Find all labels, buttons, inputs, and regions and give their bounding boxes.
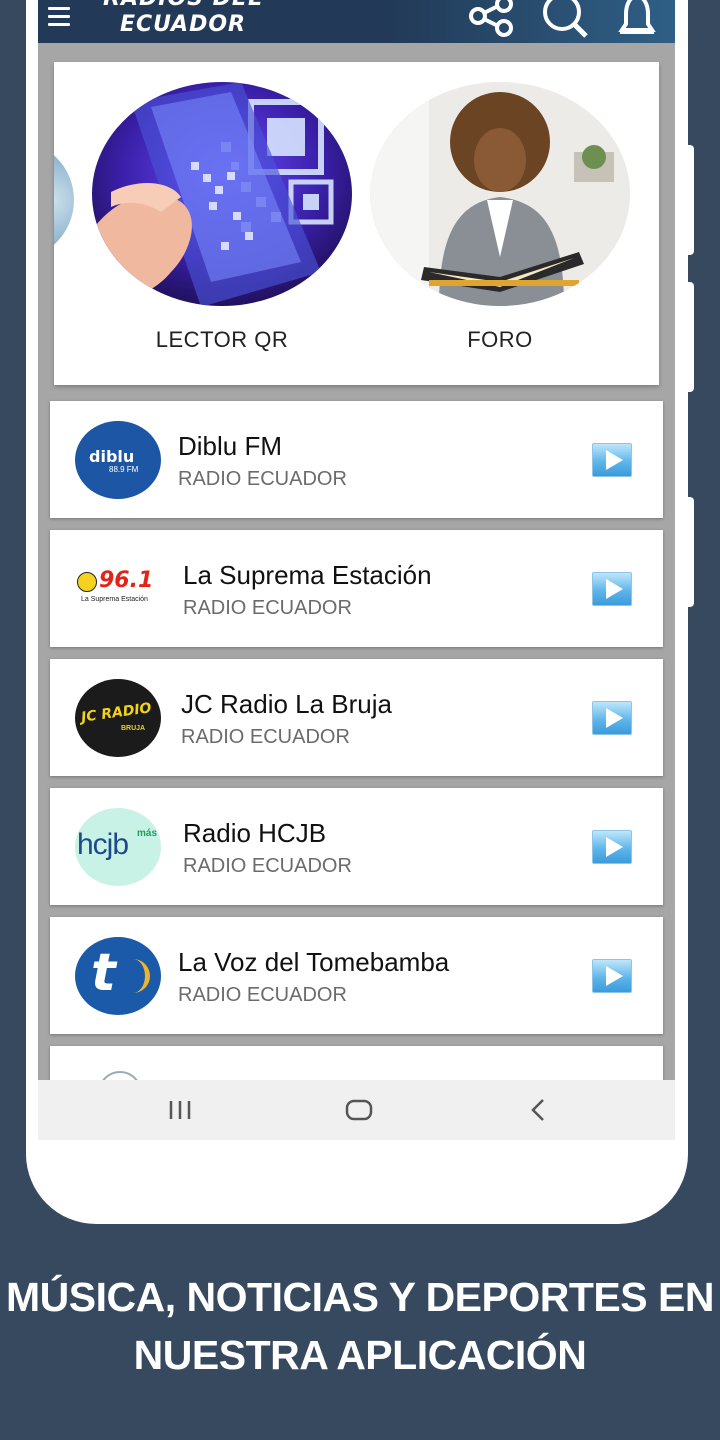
- share-icon[interactable]: [466, 0, 514, 40]
- carousel-peek-item: [54, 140, 74, 260]
- featured-panel: LECTOR QR FORO: [54, 62, 659, 385]
- app-title-line1: RADIOS DEL: [98, 0, 268, 12]
- system-nav-bar: [38, 1080, 675, 1140]
- play-button[interactable]: [592, 443, 632, 477]
- station-logo: JC RADIO BRUJA: [75, 679, 161, 757]
- featured-label-qr: LECTOR QR: [155, 327, 289, 352]
- station-name: La Suprema Estación: [183, 560, 432, 590]
- recent-apps-icon[interactable]: [150, 1092, 210, 1128]
- smiley-icon: [77, 572, 97, 592]
- home-icon[interactable]: [329, 1092, 389, 1128]
- logo-text: 96.1: [99, 568, 154, 593]
- station-subtitle: RADIO ECUADOR: [183, 597, 352, 619]
- featured-label-forum: FORO: [467, 327, 533, 352]
- station-logo: diblu 88.9 FM: [75, 421, 161, 499]
- play-button[interactable]: [592, 830, 632, 864]
- tagline-line2: NUESTRA APLICACIÓN: [133, 1332, 587, 1378]
- station-card[interactable]: hcjb más Radio HCJB RADIO ECUADOR: [50, 788, 663, 905]
- app-bar: RADIOS DEL ECUADOR: [38, 0, 675, 43]
- back-icon[interactable]: [508, 1092, 568, 1128]
- hamburger-menu-icon[interactable]: [48, 2, 70, 31]
- bell-icon[interactable]: [612, 0, 662, 42]
- station-logo: t: [75, 937, 161, 1015]
- app-title: RADIOS DEL ECUADOR: [98, 0, 268, 38]
- phone-screen: RADIOS DEL ECUADOR: [38, 0, 675, 1140]
- phone-side-button: [686, 497, 694, 607]
- logo-subtext: más: [137, 828, 158, 839]
- content-area: LECTOR QR FORO diblu 88.9 FM Diblu FM RA…: [38, 43, 675, 1080]
- logo-subtext: BRUJA: [121, 725, 146, 732]
- logo-text: t: [91, 943, 116, 1003]
- logo-text: JC RADIO: [80, 700, 153, 726]
- tagline-line1: MÚSICA, NOTICIAS Y DEPORTES EN: [6, 1274, 714, 1320]
- logo-subtext: 88.9 FM: [109, 465, 139, 474]
- play-button[interactable]: [592, 959, 632, 993]
- station-subtitle: RADIO ECUADOR: [178, 984, 347, 1006]
- station-logo: [98, 1071, 142, 1080]
- featured-qr-reader[interactable]: LECTOR QR: [90, 82, 354, 353]
- promo-tagline: MÚSICA, NOTICIAS Y DEPORTES EN NUESTRA A…: [0, 1268, 720, 1384]
- signal-waves-icon: [119, 959, 150, 993]
- station-card[interactable]: 96.1 La Suprema Estación La Suprema Esta…: [50, 530, 663, 647]
- qr-phone-image: [91, 82, 353, 307]
- phone-side-button: [686, 145, 694, 255]
- logo-text: diblu: [89, 447, 135, 466]
- logo-text: hcjb: [77, 828, 129, 861]
- station-subtitle: RADIO ECUADOR: [178, 468, 347, 490]
- station-name: La Voz del Tomebamba: [178, 947, 450, 977]
- station-name: JC Radio La Bruja: [181, 689, 392, 719]
- station-card-partial[interactable]: [50, 1046, 663, 1080]
- play-button[interactable]: [592, 572, 632, 606]
- station-logo: hcjb más: [75, 808, 161, 886]
- logo-subtext: La Suprema Estación: [81, 596, 148, 603]
- woman-reading-image: [369, 82, 631, 307]
- station-subtitle: RADIO ECUADOR: [181, 726, 350, 748]
- station-card[interactable]: t La Voz del Tomebamba RADIO ECUADOR: [50, 917, 663, 1034]
- app-title-line2: ECUADOR: [120, 12, 246, 37]
- station-card[interactable]: diblu 88.9 FM Diblu FM RADIO ECUADOR: [50, 401, 663, 518]
- station-card[interactable]: JC RADIO BRUJA JC Radio La Bruja RADIO E…: [50, 659, 663, 776]
- play-button[interactable]: [592, 701, 632, 735]
- station-name: Diblu FM: [178, 431, 283, 461]
- station-subtitle: RADIO ECUADOR: [183, 855, 352, 877]
- featured-forum[interactable]: FORO: [368, 82, 632, 353]
- search-icon[interactable]: [538, 0, 590, 42]
- phone-side-button: [686, 282, 694, 392]
- station-name: Radio HCJB: [183, 818, 327, 848]
- station-logo: 96.1 La Suprema Estación: [75, 550, 161, 628]
